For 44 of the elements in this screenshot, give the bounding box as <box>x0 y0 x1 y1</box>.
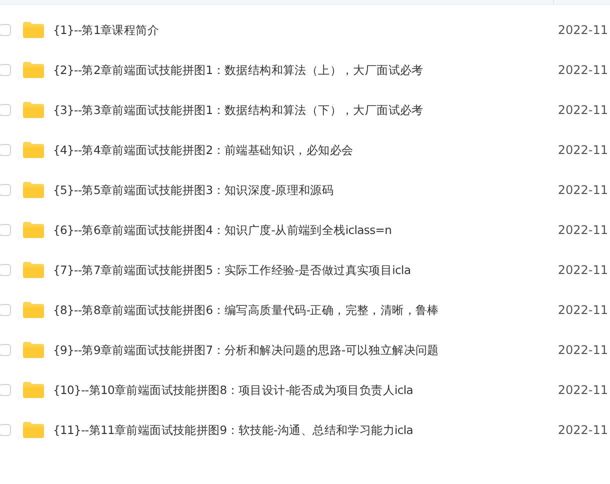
folder-icon <box>23 422 44 438</box>
checkbox[interactable] <box>0 184 11 196</box>
folder-name[interactable]: {6}--第6章前端面试技能拼图4：知识广度-从前端到全栈iclass=n <box>53 222 558 238</box>
folder-name[interactable]: {3}--第3章前端面试技能拼图1：数据结构和算法（下），大厂面试必考 <box>53 102 558 118</box>
checkbox[interactable] <box>0 144 11 156</box>
folder-icon <box>23 22 44 38</box>
checkbox[interactable] <box>0 24 11 36</box>
folder-icon <box>23 222 44 238</box>
folder-icon <box>23 142 44 158</box>
modified-date: 2022-11 <box>558 303 608 317</box>
folder-name[interactable]: {10}--第10章前端面试技能拼图8：项目设计-能否成为项目负责人icla <box>53 382 558 398</box>
folder-name[interactable]: {8}--第8章前端面试技能拼图6：编写高质量代码-正确，完整，清晰，鲁棒 <box>53 302 558 318</box>
modified-date: 2022-11 <box>558 343 608 357</box>
modified-date: 2022-11 <box>558 143 608 157</box>
checkbox[interactable] <box>0 344 11 356</box>
folder-name[interactable]: {2}--第2章前端面试技能拼图1：数据结构和算法（上），大厂面试必考 <box>53 62 558 78</box>
checkbox[interactable] <box>0 304 11 316</box>
modified-date: 2022-11 <box>558 223 608 237</box>
modified-date: 2022-11 <box>558 183 608 197</box>
folder-icon <box>23 302 44 318</box>
folder-icon <box>23 262 44 278</box>
folder-name[interactable]: {1}--第1章课程简介 <box>53 22 558 38</box>
checkbox[interactable] <box>0 104 11 116</box>
modified-date: 2022-11 <box>558 103 608 117</box>
folder-icon <box>23 382 44 398</box>
folder-name[interactable]: {4}--第4章前端面试技能拼图2：前端基础知识，必知必会 <box>53 142 558 158</box>
checkbox[interactable] <box>0 424 11 436</box>
modified-date: 2022-11 <box>558 23 608 37</box>
folder-icon <box>23 342 44 358</box>
folder-icon <box>23 182 44 198</box>
folder-name[interactable]: {5}--第5章前端面试技能拼图3：知识深度-原理和源码 <box>53 182 558 198</box>
checkbox[interactable] <box>0 264 11 276</box>
modified-date: 2022-11 <box>558 263 608 277</box>
modified-date: 2022-11 <box>558 383 608 397</box>
folder-icon <box>23 102 44 118</box>
folder-name[interactable]: {11}--第11章前端面试技能拼图9：软技能-沟通、总结和学习能力icla <box>53 422 558 438</box>
folder-icon <box>23 62 44 78</box>
checkbox[interactable] <box>0 384 11 396</box>
folder-name[interactable]: {7}--第7章前端面试技能拼图5：实际工作经验-是否做过真实项目icla <box>53 262 558 278</box>
modified-date: 2022-11 <box>558 423 608 437</box>
checkbox[interactable] <box>0 64 11 76</box>
folder-name[interactable]: {9}--第9章前端面试技能拼图7：分析和解决问题的思路-可以独立解决问题 <box>53 342 558 358</box>
modified-date: 2022-11 <box>558 63 608 77</box>
checkbox[interactable] <box>0 224 11 236</box>
